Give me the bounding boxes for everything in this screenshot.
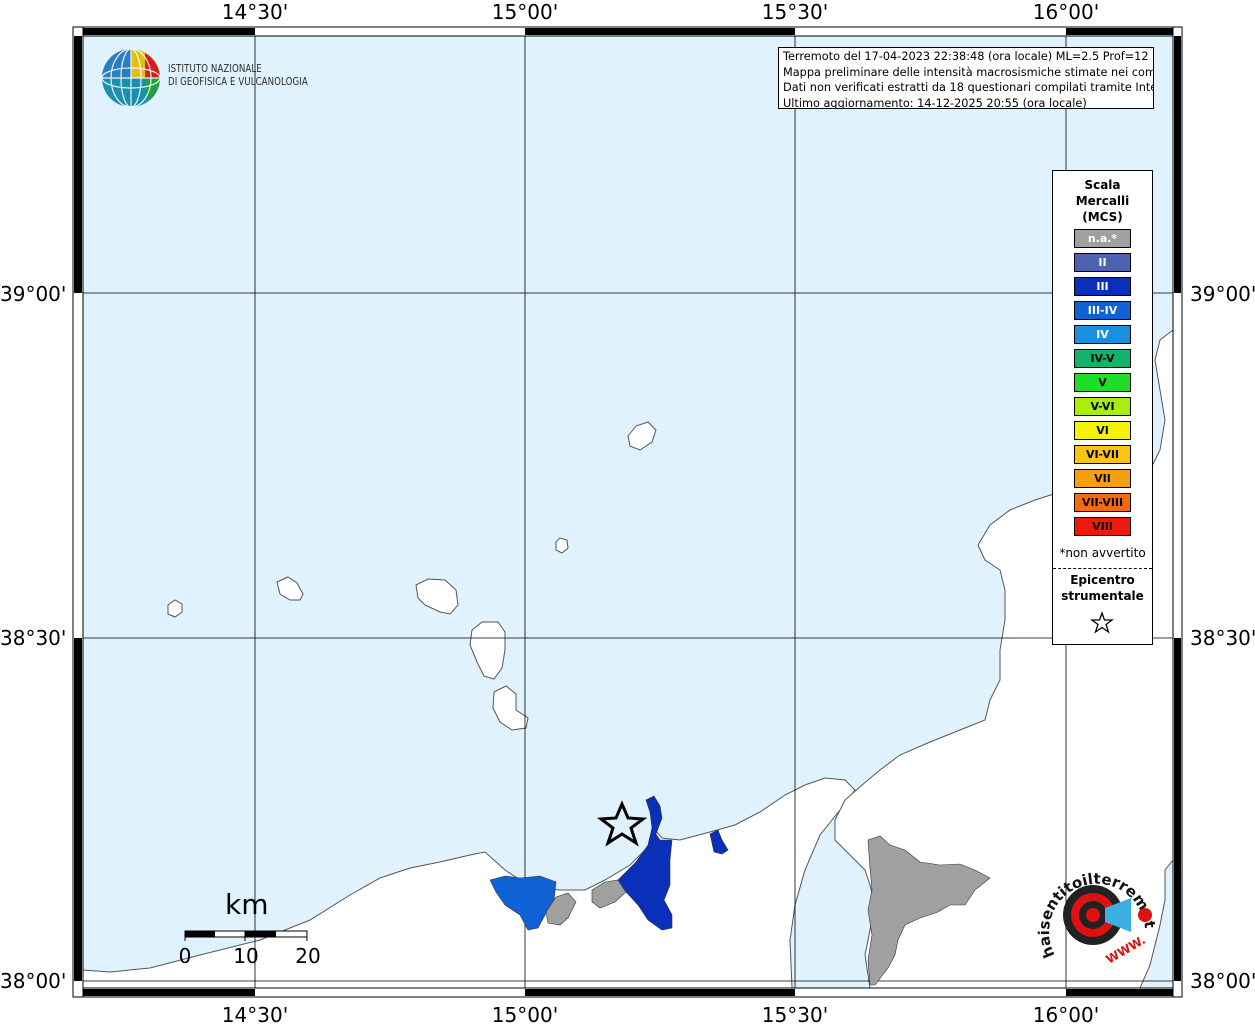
lon-label-top-1: 14°30' bbox=[221, 0, 289, 24]
legend-item: VII bbox=[1074, 469, 1131, 488]
info-line-2: Mappa preliminare delle intensità macros… bbox=[783, 65, 1154, 79]
scale-unit: km bbox=[225, 888, 269, 921]
lat-label-right-3: 38°00' bbox=[1190, 969, 1255, 993]
info-line-3: Dati non verificati estratti da 18 quest… bbox=[783, 81, 1154, 94]
haisentito-logo: haisentitoilterremoto.it WWW. bbox=[1035, 860, 1159, 967]
legend-item: II bbox=[1074, 253, 1131, 272]
ingv-line-2: DI GEOFISICA E VULCANOLOGIA bbox=[168, 76, 308, 88]
legend-item: VII-VIII bbox=[1074, 493, 1131, 512]
legend-note: *non avvertito bbox=[1059, 546, 1146, 560]
legend-item: VI bbox=[1074, 421, 1131, 440]
legend-item: IV-V bbox=[1074, 349, 1131, 368]
scale-tick-20: 20 bbox=[295, 944, 321, 968]
legend-item: VIII bbox=[1074, 517, 1131, 536]
info-line-4: Ultimo aggiornamento: 14-12-2025 20:55 (… bbox=[783, 96, 1087, 109]
legend-epicenter-label: Epicentro strumentale bbox=[1053, 572, 1152, 604]
lon-label-top-3: 15°30' bbox=[761, 0, 829, 24]
legend-epicenter-line-2: strumentale bbox=[1061, 589, 1144, 603]
lat-label-right-2: 38°30' bbox=[1190, 626, 1255, 650]
scale-tick-10: 10 bbox=[233, 944, 259, 968]
info-line-1: Terremoto del 17-04-2023 22:38:48 (ora l… bbox=[783, 50, 1154, 63]
legend-title-3: (MCS) bbox=[1082, 210, 1123, 224]
lat-label-right-1: 39°00' bbox=[1190, 282, 1255, 306]
lat-label-left-3: 38°00' bbox=[0, 969, 67, 993]
legend-epicenter-line-1: Epicentro bbox=[1070, 573, 1135, 587]
scale-tick-0: 0 bbox=[178, 944, 192, 968]
lat-label-left-2: 38°30' bbox=[0, 626, 67, 650]
legend-item: n.a.* bbox=[1074, 229, 1131, 248]
lat-label-left-1: 39°00' bbox=[0, 282, 67, 306]
legend-title-2: Mercalli bbox=[1075, 194, 1130, 208]
legend-item: IV bbox=[1074, 325, 1131, 344]
lon-label-bottom-2: 15°00' bbox=[491, 1003, 559, 1027]
legend-item: VI-VII bbox=[1074, 445, 1131, 464]
legend-item: III bbox=[1074, 277, 1131, 296]
legend-title-1: Scala bbox=[1084, 178, 1121, 192]
lon-label-bottom-3: 15°30' bbox=[761, 1003, 829, 1027]
lon-label-bottom-1: 14°30' bbox=[221, 1003, 289, 1027]
lon-label-bottom-4: 16°00' bbox=[1032, 1003, 1100, 1027]
legend-title: Scala Mercalli (MCS) bbox=[1053, 177, 1152, 225]
lon-label-top-2: 15°00' bbox=[491, 0, 559, 24]
legend-item: V-VI bbox=[1074, 397, 1131, 416]
legend-separator bbox=[1053, 568, 1152, 569]
ingv-logo-text: ISTITUTO NAZIONALE DI GEOFISICA E VULCAN… bbox=[168, 63, 308, 89]
legend-item: V bbox=[1074, 373, 1131, 392]
lon-label-top-4: 16°00' bbox=[1032, 0, 1100, 24]
ingv-line-1: ISTITUTO NAZIONALE bbox=[168, 63, 262, 75]
legend-item: III-IV bbox=[1074, 301, 1131, 320]
legend-star-icon bbox=[1090, 611, 1114, 634]
earthquake-info-box: Terremoto del 17-04-2023 22:38:48 (ora l… bbox=[778, 47, 1154, 109]
mcs-legend: Scala Mercalli (MCS) n.a.* II III III-IV IV I… bbox=[1052, 170, 1153, 645]
